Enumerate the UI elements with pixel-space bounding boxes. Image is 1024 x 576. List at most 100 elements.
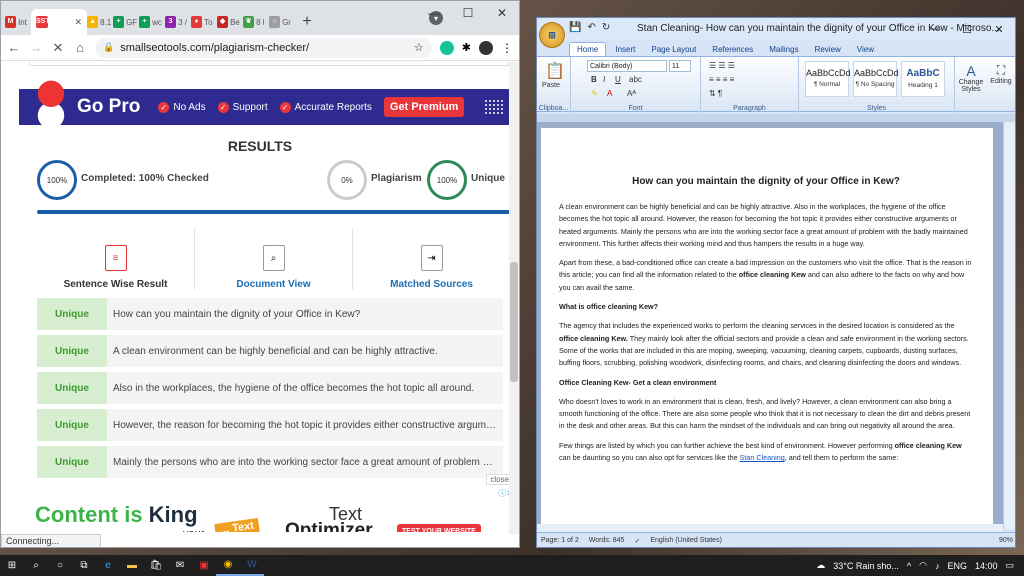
extensions-puzzle-icon[interactable]: ✱ <box>462 41 471 54</box>
advertisement[interactable]: close ⓘ✕ Content is King your ... Text T… <box>27 474 515 532</box>
chrome-menu-icon[interactable]: ⋮ <box>501 41 513 55</box>
edge-icon[interactable]: e <box>96 555 120 576</box>
address-bar[interactable]: 🔒 smallseotools.com/plagiarism-checker/ … <box>95 37 432 58</box>
app-icon[interactable]: ▣ <box>192 555 216 576</box>
proofing-icon[interactable]: ✓ <box>634 537 640 545</box>
document-page[interactable]: How can you maintain the dignity of your… <box>541 128 993 547</box>
maximize-icon[interactable]: ☐ <box>951 18 983 40</box>
scroll-thumb[interactable] <box>510 262 518 382</box>
table-row[interactable]: Unique Also in the workplaces, the hygien… <box>37 372 503 404</box>
style-gallery-item[interactable]: AaBbCcDd ¶ Normal <box>805 61 851 97</box>
document-vertical-scrollbar[interactable] <box>1003 122 1015 529</box>
file-explorer-icon[interactable]: ▬ <box>120 555 144 576</box>
style-gallery-item[interactable]: AaBbC Heading 1 <box>901 61 945 97</box>
plagiarism-circle: 0% <box>327 160 367 200</box>
font-size-box[interactable]: 11 <box>669 60 691 72</box>
tab-sentence-wise[interactable]: ≡ Sentence Wise Result <box>37 228 195 290</box>
tab-document-view[interactable]: ⌕ Document View <box>195 228 353 290</box>
font-name-box[interactable]: Calibri (Body) <box>587 60 667 72</box>
word-count[interactable]: Words: 845 <box>589 537 625 544</box>
cortana-icon[interactable]: ○ <box>48 555 72 576</box>
browser-tab[interactable]: M Int <box>5 9 31 35</box>
highlight-icon[interactable]: ✎ <box>591 89 598 98</box>
table-row[interactable]: Unique A clean environment can be highly … <box>37 335 503 367</box>
stan-cleaning-link[interactable]: Stan Cleaning <box>740 453 785 462</box>
browser-tab[interactable]: + GF <box>113 9 139 35</box>
ribbon-tab-mailings[interactable]: Mailings <box>762 43 805 56</box>
browser-tab[interactable]: ▲ 8.1 <box>87 9 113 35</box>
get-premium-button[interactable]: Get Premium <box>383 97 465 117</box>
underline-button[interactable]: U <box>615 75 621 84</box>
browser-tab[interactable]: + wc <box>139 9 165 35</box>
italic-button[interactable]: I <box>603 75 605 84</box>
chrome-taskbar-icon[interactable]: ◉ <box>216 555 240 576</box>
bold-button[interactable]: B <box>591 75 597 84</box>
sort-pilcrow-icons[interactable]: ⇅ ¶ <box>709 89 722 98</box>
back-icon[interactable]: ← <box>7 40 21 55</box>
redo-icon[interactable]: ↻ <box>602 22 610 33</box>
profile-avatar[interactable] <box>479 40 493 55</box>
task-view-icon[interactable]: ⧉ <box>72 555 96 576</box>
word-taskbar-icon[interactable]: W <box>240 555 264 576</box>
weather-icon[interactable]: ☁ <box>816 560 825 571</box>
tray-chevron-icon[interactable]: ^ <box>907 561 911 571</box>
windows-start-icon[interactable]: ⊞ <box>0 555 24 576</box>
browser-tab[interactable]: ♦ To <box>191 9 217 35</box>
minimize-icon[interactable]: — <box>919 18 951 40</box>
ribbon-tab-references[interactable]: References <box>705 43 760 56</box>
undo-icon[interactable]: ↶ <box>587 22 595 33</box>
maximize-icon[interactable]: ☐ <box>451 1 485 25</box>
language-indicator[interactable]: ENG <box>947 561 967 571</box>
ad-test-website-button[interactable]: TEST YOUR WEBSITE <box>397 524 481 532</box>
stop-icon[interactable]: ✕ <box>51 40 65 56</box>
ribbon-tab-page-layout[interactable]: Page Layout <box>644 43 703 56</box>
forward-icon[interactable]: → <box>29 40 43 55</box>
bookmark-star-icon[interactable]: ☆ <box>414 41 424 54</box>
change-styles-button[interactable]: A Change Styles <box>957 63 985 93</box>
volume-icon[interactable]: ♪ <box>935 561 940 571</box>
editing-button[interactable]: ⛶ Editing <box>987 63 1015 85</box>
zoom-level[interactable]: 90% <box>999 537 1013 544</box>
ribbon-tab-insert[interactable]: Insert <box>608 43 642 56</box>
mail-icon[interactable]: ✉ <box>168 555 192 576</box>
table-row[interactable]: Unique However, the reason for becoming t… <box>37 409 503 441</box>
align-icons[interactable]: ≡ ≡ ≡ ≡ <box>709 75 734 84</box>
bullets-icon[interactable]: ☰ ☰ ☰ <box>709 61 735 70</box>
paste-button[interactable]: Paste <box>542 82 560 89</box>
home-icon[interactable]: ⌂ <box>73 40 87 55</box>
close-icon[interactable]: ✕ <box>983 18 1015 40</box>
office-button[interactable]: ⊞ <box>539 22 565 48</box>
strikethrough-button[interactable]: abc <box>629 75 642 84</box>
font-color-icon[interactable]: A <box>607 89 612 98</box>
ribbon-tab-home[interactable]: Home <box>569 42 607 56</box>
language[interactable]: English (United States) <box>650 537 722 544</box>
ribbon-tab-review[interactable]: Review <box>808 43 848 56</box>
browser-tab[interactable]: 33 / <box>165 9 191 35</box>
new-tab-button[interactable]: + <box>295 9 319 35</box>
table-row[interactable]: Unique How can you maintain the dignity o… <box>37 298 503 330</box>
minimize-icon[interactable]: — <box>417 1 451 25</box>
browser-tab[interactable]: ◆ Be <box>217 9 243 35</box>
clock[interactable]: 14:00 <box>975 561 998 571</box>
tab-matched-sources[interactable]: ⇥ Matched Sources <box>353 228 510 290</box>
notifications-icon[interactable]: ▭ <box>1005 560 1014 571</box>
document-horizontal-scrollbar[interactable] <box>537 524 1003 532</box>
paste-icon[interactable]: 📋 <box>545 61 565 81</box>
grammarly-extension-icon[interactable] <box>439 40 454 55</box>
browser-tab[interactable]: SST ✕ <box>31 9 87 35</box>
page-count[interactable]: Page: 1 of 2 <box>541 537 579 544</box>
store-icon[interactable]: 🛍 <box>144 555 168 576</box>
weather-text[interactable]: 33°C Rain sho... <box>833 561 899 571</box>
style-gallery-item[interactable]: AaBbCcDd ¶ No Spacing <box>853 61 899 97</box>
browser-tab[interactable]: ❦ 8 l <box>243 9 269 35</box>
close-icon[interactable]: ✕ <box>485 1 519 25</box>
network-icon[interactable]: ◠ <box>919 560 927 571</box>
tab-close-icon[interactable]: ✕ <box>74 17 82 28</box>
grow-font-icon[interactable]: Aᴬ <box>627 89 636 98</box>
search-icon[interactable]: ⌕ <box>24 555 48 576</box>
page-scrollbar[interactable] <box>509 62 519 534</box>
ribbon-tab-view[interactable]: View <box>850 43 881 56</box>
save-icon[interactable]: 💾 <box>569 22 581 33</box>
table-row[interactable]: Unique Mainly the persons who are into th… <box>37 446 503 478</box>
browser-tab[interactable]: ○ Gr <box>269 9 295 35</box>
